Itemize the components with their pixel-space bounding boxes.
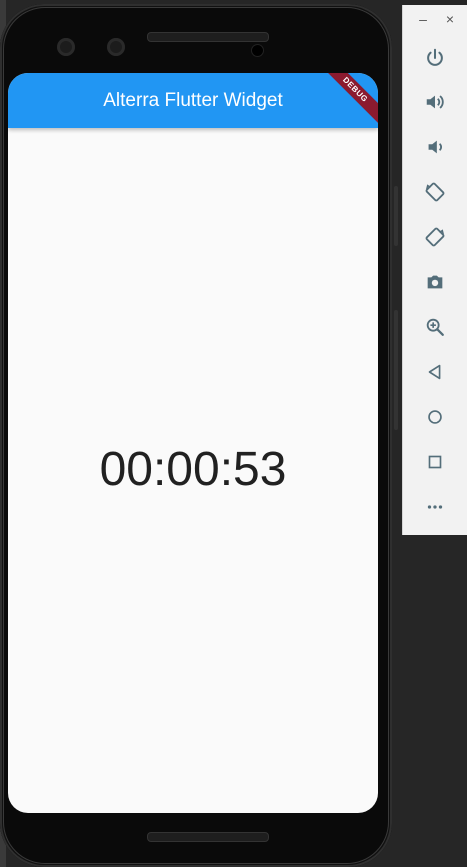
bottom-speaker [147, 832, 269, 842]
volume-down-button[interactable] [420, 132, 450, 162]
earpiece-speaker [147, 32, 269, 42]
volume-down-icon [428, 140, 442, 154]
home-icon [428, 410, 442, 424]
phone-volume-rocker [394, 310, 398, 430]
volume-up-button[interactable] [420, 87, 450, 117]
rotate-left-button[interactable] [420, 177, 450, 207]
zoom-button[interactable] [420, 312, 450, 342]
screenshot-button[interactable] [420, 267, 450, 297]
minimize-button[interactable]: – [414, 11, 432, 27]
rotate-right-icon [425, 227, 445, 247]
toolbar-window-controls: – × [403, 11, 467, 31]
home-button[interactable] [420, 402, 450, 432]
volume-up-icon [426, 95, 444, 109]
camera-icon [427, 275, 443, 289]
back-icon [428, 364, 441, 380]
app-title: Alterra Flutter Widget [103, 90, 283, 111]
back-button[interactable] [420, 357, 450, 387]
more-button[interactable] [420, 492, 450, 522]
rotate-left-icon [425, 182, 445, 202]
emulator-toolbar: – × [402, 5, 467, 535]
app-screen: Alterra Flutter Widget DEBUG 00:00:53 [8, 73, 378, 813]
proximity-sensor [252, 45, 263, 56]
overview-icon [428, 455, 442, 469]
front-camera-secondary-icon [107, 38, 125, 56]
timer-display: 00:00:53 [99, 443, 287, 496]
power-button[interactable] [420, 43, 450, 73]
zoom-icon [426, 318, 444, 336]
phone-frame: Alterra Flutter Widget DEBUG 00:00:53 [0, 4, 392, 867]
phone-power-button [394, 186, 398, 246]
more-icon [427, 505, 443, 509]
power-icon [427, 48, 443, 66]
front-camera-icon [57, 38, 75, 56]
app-bar: Alterra Flutter Widget [8, 73, 378, 128]
overview-button[interactable] [420, 447, 450, 477]
close-button[interactable]: × [441, 11, 459, 27]
rotate-right-button[interactable] [420, 222, 450, 252]
